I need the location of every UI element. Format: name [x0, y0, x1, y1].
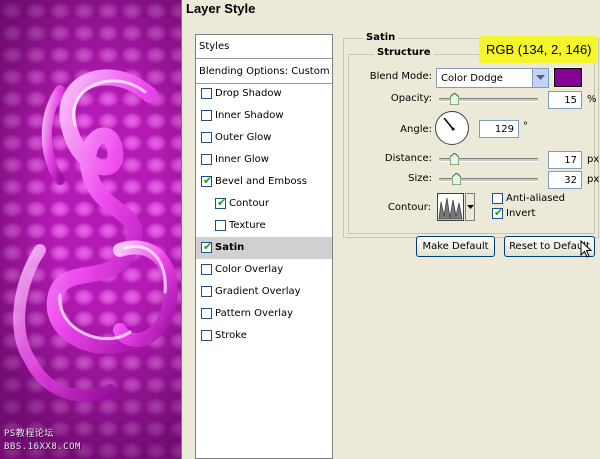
style-item-label: Stroke	[215, 330, 247, 341]
style-item-label: Texture	[229, 220, 266, 231]
style-item-inner-glow[interactable]: Inner Glow	[196, 149, 332, 171]
check-icon: ✔	[217, 196, 227, 209]
angle-label: Angle:	[400, 124, 432, 135]
style-item-label: Pattern Overlay	[215, 308, 294, 319]
blending-options-item[interactable]: Blending Options: Custom	[196, 60, 332, 84]
size-slider-thumb[interactable]	[452, 173, 461, 185]
opacity-label: Opacity:	[390, 93, 432, 104]
rgb-callout: RGB (134, 2, 146)	[479, 36, 597, 63]
invert-checkbox[interactable]: ✔	[492, 206, 504, 219]
chevron-down-icon[interactable]	[532, 69, 548, 87]
style-item-outer-glow[interactable]: Outer Glow	[196, 127, 332, 149]
style-checkbox[interactable]	[201, 308, 212, 319]
angle-dial[interactable]	[435, 111, 469, 145]
opacity-unit: %	[587, 94, 597, 105]
distance-label: Distance:	[384, 153, 432, 164]
check-icon: ✔	[494, 206, 504, 219]
style-item-label: Inner Shadow	[215, 110, 284, 121]
size-value: 32	[564, 175, 577, 186]
structure-group-title: Structure	[374, 47, 434, 58]
style-item-label: Inner Glow	[215, 154, 269, 165]
style-item-gradient-overlay[interactable]: Gradient Overlay	[196, 281, 332, 303]
contour-curve-icon	[438, 197, 463, 220]
style-item-inner-shadow[interactable]: Inner Shadow	[196, 105, 332, 127]
make-default-button[interactable]: Make Default	[416, 236, 495, 257]
styles-header[interactable]: Styles	[196, 35, 332, 59]
style-checkbox[interactable]	[201, 264, 212, 275]
style-item-label: Color Overlay	[215, 264, 284, 275]
style-checkbox[interactable]	[201, 110, 212, 121]
angle-input[interactable]: 129	[479, 120, 519, 138]
style-item-label: Gradient Overlay	[215, 286, 301, 297]
contour-label: Contour:	[387, 202, 431, 213]
size-label: Size:	[408, 173, 432, 184]
rgb-callout-text: RGB (134, 2, 146)	[486, 42, 592, 57]
invert-label: Invert	[506, 208, 536, 219]
mouse-cursor-icon	[580, 240, 592, 258]
satin-group-title: Satin	[363, 32, 399, 43]
styles-header-label: Styles	[199, 41, 230, 52]
blend-mode-select[interactable]: Color Dodge	[436, 68, 549, 88]
distance-slider-thumb[interactable]	[450, 153, 459, 165]
style-checkbox[interactable]	[201, 132, 212, 143]
chevron-down-icon	[467, 205, 474, 209]
style-checkbox[interactable]	[201, 88, 212, 99]
styles-list: Styles Blending Options: Custom Drop Sha…	[195, 34, 333, 459]
style-item-label: Bevel and Emboss	[215, 176, 307, 187]
style-item-label: Drop Shadow	[215, 88, 282, 99]
style-item-contour[interactable]: ✔ Contour	[196, 193, 332, 215]
distance-value: 17	[564, 155, 577, 166]
opacity-slider[interactable]	[439, 93, 538, 105]
angle-unit: °	[523, 121, 528, 132]
style-checkbox[interactable]	[201, 154, 212, 165]
artwork-canvas: PS教程论坛 BBS.16XX8.COM	[0, 0, 181, 459]
blend-color-swatch[interactable]	[553, 67, 583, 88]
opacity-input[interactable]: 15	[548, 91, 582, 109]
style-item-color-overlay[interactable]: Color Overlay	[196, 259, 332, 281]
size-unit: px	[587, 174, 600, 185]
blend-mode-value: Color Dodge	[441, 73, 503, 84]
contour-preview[interactable]	[437, 193, 464, 221]
distance-slider[interactable]	[439, 153, 538, 165]
size-input[interactable]: 32	[548, 171, 582, 189]
style-checkbox[interactable]	[201, 330, 212, 341]
style-checkbox[interactable]	[201, 286, 212, 297]
watermark-line1: PS教程论坛	[4, 429, 54, 439]
watermark: PS教程论坛 BBS.16XX8.COM	[4, 428, 124, 454]
style-checkbox[interactable]	[215, 220, 226, 231]
watermark-line2: BBS.16XX8.COM	[4, 442, 81, 452]
check-icon: ✔	[203, 174, 213, 187]
style-item-bevel-and-emboss[interactable]: ✔ Bevel and Emboss	[196, 171, 332, 193]
style-checkbox[interactable]: ✔	[215, 196, 227, 209]
style-checkbox[interactable]: ✔	[201, 174, 213, 187]
style-item-label: Outer Glow	[215, 132, 272, 143]
title-bar: Layer Style	[182, 0, 600, 18]
dialog-title: Layer Style	[186, 1, 256, 16]
layer-style-dialog: Layer Style Styles Blending Options: Cus…	[181, 0, 600, 459]
style-item-drop-shadow[interactable]: Drop Shadow	[196, 83, 332, 105]
style-item-pattern-overlay[interactable]: Pattern Overlay	[196, 303, 332, 325]
blend-mode-label: Blend Mode:	[369, 71, 432, 82]
angle-needle	[443, 117, 455, 131]
style-item-texture[interactable]: Texture	[196, 215, 332, 237]
style-item-stroke[interactable]: Stroke	[196, 325, 332, 347]
check-icon: ✔	[203, 240, 213, 253]
style-item-label: Satin	[215, 242, 245, 253]
opacity-value: 15	[564, 95, 577, 106]
style-item-satin[interactable]: ✔ Satin	[196, 237, 332, 259]
size-slider[interactable]	[439, 173, 538, 185]
contour-dropdown[interactable]	[465, 193, 475, 221]
glossy-ampersand-art	[13, 69, 178, 402]
style-checkbox[interactable]: ✔	[201, 240, 213, 253]
distance-unit: px	[587, 154, 600, 165]
style-item-label: Contour	[229, 198, 269, 209]
distance-input[interactable]: 17	[548, 151, 582, 169]
anti-aliased-checkbox[interactable]	[492, 193, 503, 204]
anti-aliased-label: Anti-aliased	[506, 193, 566, 204]
blending-options-label: Blending Options: Custom	[199, 66, 330, 77]
opacity-slider-thumb[interactable]	[450, 93, 459, 105]
angle-value: 129	[494, 124, 514, 135]
